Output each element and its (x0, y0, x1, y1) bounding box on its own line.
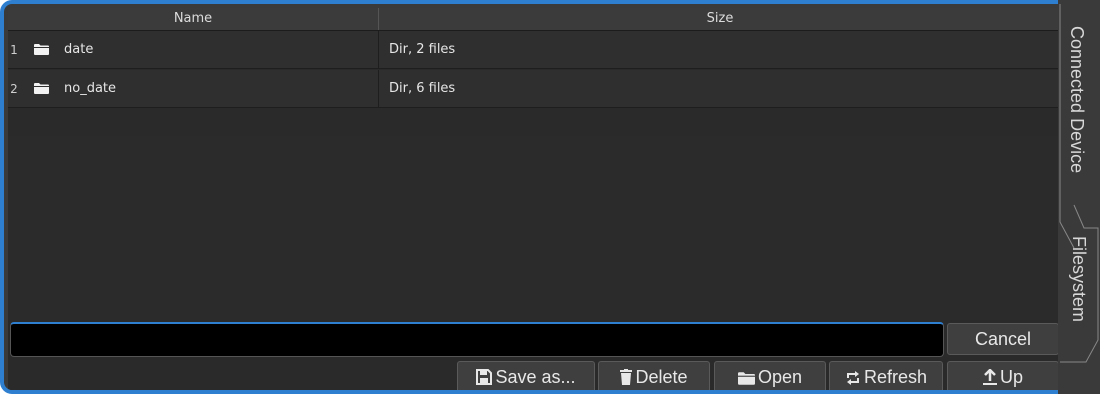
folder-icon (34, 83, 49, 94)
size-cell[interactable]: Dir, 6 files (379, 70, 1062, 108)
side-tab-bar: Connected Device Filesystem (1058, 0, 1100, 394)
refresh-icon (846, 371, 859, 385)
row-number: 1 (10, 43, 18, 57)
cancel-button-label: Cancel (974, 329, 1032, 349)
tab-filesystem[interactable]: Filesystem (1068, 236, 1089, 322)
file-name: date (64, 42, 94, 57)
cancel-button[interactable]: Cancel (947, 323, 1059, 355)
folder-open-icon (737, 372, 755, 385)
floppy-disk-icon (476, 369, 493, 385)
column-header-size[interactable]: Size (379, 8, 1062, 30)
name-cell[interactable]: no_date (22, 70, 379, 108)
file-size: Dir, 6 files (389, 81, 456, 96)
open-button[interactable]: Open (714, 361, 826, 390)
delete-button[interactable]: Delete (598, 361, 710, 390)
name-cell[interactable]: date (22, 31, 379, 69)
trash-icon (620, 369, 633, 385)
refresh-button[interactable]: Refresh (829, 361, 943, 390)
folder-icon (34, 44, 49, 55)
column-header-name[interactable]: Name (8, 8, 379, 30)
up-button[interactable]: Up (947, 361, 1059, 390)
file-browser-main: Name Size 1 date Dir, 2 files 2 no_date … (8, 8, 1062, 390)
save-as-button-label: Save as... (495, 367, 576, 387)
file-browser-window: Name Size 1 date Dir, 2 files 2 no_date … (0, 0, 1100, 394)
file-size: Dir, 2 files (389, 42, 456, 57)
table-header: Name Size (8, 8, 1062, 31)
up-button-label: Up (999, 367, 1023, 387)
tab-connected-device[interactable]: Connected Device (1066, 26, 1087, 173)
arrow-up-icon (982, 368, 997, 385)
delete-button-label: Delete (635, 367, 688, 387)
save-as-button[interactable]: Save as... (457, 361, 595, 390)
file-name: no_date (64, 81, 117, 96)
table-row[interactable]: 1 date Dir, 2 files (8, 31, 1062, 69)
size-cell[interactable]: Dir, 2 files (379, 31, 1062, 69)
filename-input[interactable] (10, 322, 944, 357)
file-list-empty-area[interactable] (8, 136, 1062, 320)
table-row[interactable]: 2 no_date Dir, 6 files (8, 70, 1062, 108)
row-number: 2 (10, 82, 18, 96)
open-button-label: Open (757, 367, 803, 387)
refresh-button-label: Refresh (863, 367, 928, 387)
